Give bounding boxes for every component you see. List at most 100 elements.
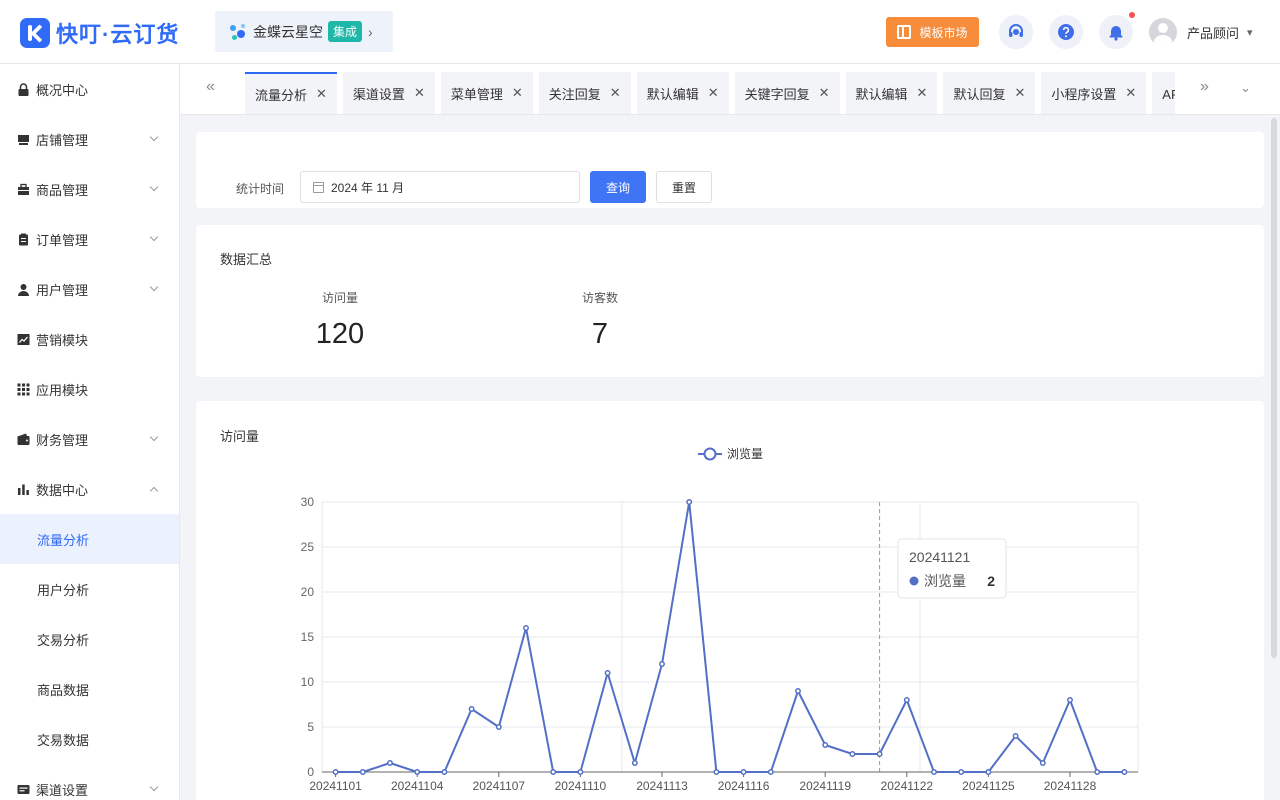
x-tick-label: 20241119	[799, 779, 851, 793]
chevron-down-icon	[149, 282, 159, 292]
tab-label: 渠道设置	[352, 86, 405, 102]
x-tick-label: 20241110	[555, 779, 607, 793]
user-menu[interactable]: 产品顾问 ▾	[1149, 18, 1253, 46]
sidebar-subitem-trade-data[interactable]: 交易数据	[0, 714, 179, 764]
visits-line-chart: 0 5 10 15 20 25 30 20241101 20241104 20241107 2024…	[301, 446, 1139, 793]
sidebar-item-data-center[interactable]: 数据中心	[0, 464, 179, 514]
chart-legend[interactable]: 浏览量	[698, 446, 763, 461]
sidebar-subitem-product-data[interactable]: 商品数据	[0, 664, 179, 714]
x-tick-label: 20241122	[881, 779, 934, 793]
tabs-dropdown-icon[interactable]: ⌄	[1240, 80, 1251, 96]
data-point	[740, 769, 747, 775]
query-button[interactable]: 查询	[590, 171, 646, 203]
chevron-down-icon	[149, 432, 159, 442]
tab-menu-management[interactable]: 菜单管理 ✕	[440, 72, 533, 114]
filter-card: 统计时间 2024 年 11 月 查询 重置	[196, 132, 1264, 208]
help-button[interactable]	[1049, 15, 1083, 49]
close-icon[interactable]: ✕	[819, 85, 830, 101]
x-tick-label: 20241104	[391, 779, 444, 793]
close-icon[interactable]: ✕	[414, 85, 425, 101]
data-point	[550, 769, 557, 775]
user-name: 产品顾问	[1187, 25, 1240, 41]
tab-follow-reply[interactable]: 关注回复 ✕	[538, 72, 631, 114]
tab-miniprogram-settings[interactable]: 小程序设置 ✕	[1041, 72, 1147, 114]
sidebar-item-label: 渠道设置	[36, 782, 89, 798]
reset-button[interactable]: 重置	[656, 171, 712, 203]
sidebar-subitem-traffic[interactable]: 流量分析	[0, 514, 179, 564]
sidebar-item-apps[interactable]: 应用模块	[0, 364, 179, 414]
visits-label: 访问量	[321, 291, 358, 305]
x-tick-label: 20241101	[309, 779, 362, 793]
sidebar-subitem-user-analysis[interactable]: 用户分析	[0, 564, 179, 614]
x-tick-label: 20241125	[962, 779, 1015, 793]
bar-chart-icon	[18, 484, 29, 495]
kingdee-integration-button[interactable]: 金蝶云星空 集成 ›	[215, 11, 393, 52]
tab-default-edit-2[interactable]: 默认编辑 ✕	[845, 72, 938, 114]
data-point	[414, 769, 421, 775]
sidebar: 概况中心 店铺管理 商品管理 订单管理 用户管理 营销模块 应用模块 财务管理	[0, 64, 180, 800]
x-tick-label: 20241116	[718, 779, 770, 793]
scroll-tabs-left-icon[interactable]: «	[206, 78, 215, 96]
month-picker[interactable]: 2024 年 11 月	[300, 171, 580, 203]
sidebar-item-marketing[interactable]: 营销模块	[0, 314, 179, 364]
calendar-icon	[313, 181, 324, 193]
x-tick-label: 20241128	[1044, 779, 1097, 793]
tab-default-edit[interactable]: 默认编辑 ✕	[636, 72, 729, 114]
close-icon[interactable]: ✕	[708, 85, 719, 101]
y-tick-label: 30	[301, 495, 315, 509]
data-point	[903, 697, 910, 703]
wallet-icon	[17, 433, 30, 445]
scrollbar-thumb[interactable]	[1271, 118, 1277, 658]
data-point	[876, 751, 883, 757]
grid-icon	[17, 383, 30, 395]
tab-label: 小程序设置	[1051, 86, 1117, 102]
tab-default-reply[interactable]: 默认回复 ✕	[943, 72, 1036, 114]
sidebar-item-product[interactable]: 商品管理	[0, 164, 179, 214]
close-icon[interactable]: ✕	[610, 85, 621, 101]
sidebar-item-store[interactable]: 店铺管理	[0, 114, 179, 164]
chevron-down-icon	[149, 232, 159, 242]
data-point	[441, 769, 448, 775]
page-scrollbar[interactable]	[1270, 116, 1278, 800]
tab-keyword-reply[interactable]: 关键字回复 ✕	[734, 72, 840, 114]
close-icon[interactable]: ✕	[1014, 85, 1025, 101]
sidebar-item-order[interactable]: 订单管理	[0, 214, 179, 264]
data-point	[1094, 769, 1101, 775]
sidebar-item-finance[interactable]: 财务管理	[0, 414, 179, 464]
clipboard-icon	[19, 233, 28, 245]
chevron-down-icon	[149, 182, 159, 192]
template-market-label: 模板市场	[919, 25, 968, 40]
tab-channel-settings[interactable]: 渠道设置 ✕	[342, 72, 435, 114]
sidebar-item-overview[interactable]: 概况中心	[0, 64, 179, 114]
notification-dot	[1129, 12, 1135, 18]
tabs-strip: 流量分析 ✕ 渠道设置 ✕ 菜单管理 ✕ 关注回复 ✕ 默认编辑 ✕ 关键字回复 ✕ 默认编辑 ✕ 默认回复…	[245, 72, 1175, 114]
notification-button[interactable]	[1099, 12, 1135, 49]
sidebar-item-label: 财务管理	[36, 432, 89, 448]
sidebar-item-channel[interactable]: 渠道设置	[0, 764, 179, 800]
tab-app-home[interactable]: APP首页	[1152, 72, 1175, 114]
top-header: 快叮·云订货 金蝶云星空 集成 › 模板市场 产品顾问 ▾	[0, 0, 1280, 64]
close-icon[interactable]: ✕	[1125, 85, 1136, 101]
sidebar-item-user[interactable]: 用户管理	[0, 264, 179, 314]
scroll-tabs-right-icon[interactable]: »	[1200, 78, 1209, 96]
data-point	[686, 499, 693, 505]
template-market-button[interactable]: 模板市场	[886, 17, 979, 47]
app-logo[interactable]: 快叮·云订货	[20, 17, 179, 49]
template-icon	[897, 25, 912, 39]
tab-label: 关注回复	[548, 86, 601, 102]
data-point	[822, 742, 829, 748]
chart-card: 访问量 0 5 10 15 20 25 30 20241101 20241104 20241107…	[196, 401, 1264, 800]
user-icon	[18, 283, 29, 296]
sidebar-subitem-trade-analysis[interactable]: 交易分析	[0, 614, 179, 664]
sidebar-item-label: 商品管理	[36, 182, 89, 198]
close-icon[interactable]: ✕	[917, 85, 928, 101]
bell-icon	[1109, 26, 1123, 41]
tab-traffic-analysis[interactable]: 流量分析 ✕	[245, 72, 337, 114]
data-point	[849, 751, 856, 757]
data-point	[332, 769, 339, 775]
close-icon[interactable]: ✕	[512, 85, 523, 101]
data-point	[359, 769, 366, 775]
close-icon[interactable]: ✕	[316, 86, 327, 102]
customer-service-button[interactable]	[999, 15, 1033, 49]
visits-stat: 访问量 120	[280, 289, 400, 351]
